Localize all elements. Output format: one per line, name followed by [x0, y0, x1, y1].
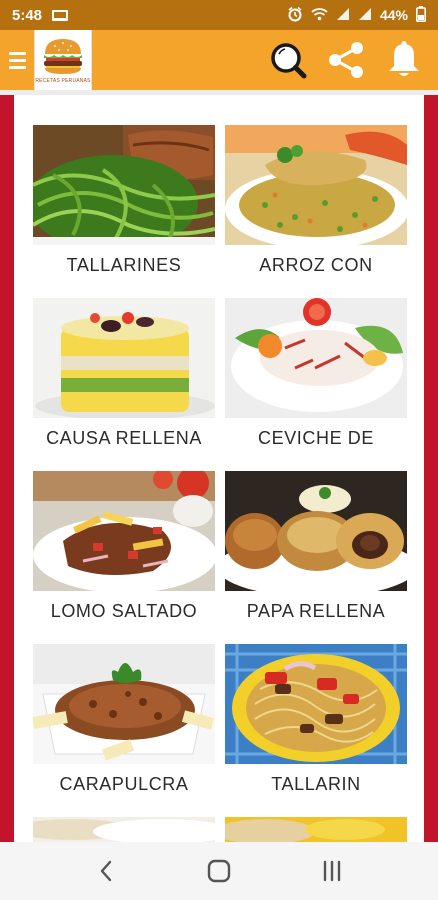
- recipe-title: TALLARINES: [66, 255, 182, 275]
- laptop-icon: [52, 9, 69, 21]
- logo-caption: RECETAS PERUANAS: [35, 78, 91, 84]
- recipe-card[interactable]: LOMO SALTADO: [33, 471, 215, 641]
- content-frame: TALLARINES ARROZ CON CAUSA RELLENA CEVIC…: [0, 90, 438, 842]
- battery-level: 44%: [379, 7, 408, 23]
- share-icon: [329, 42, 363, 78]
- recipe-card[interactable]: CARAPULCRA: [33, 644, 215, 814]
- recipe-image: [225, 471, 407, 591]
- recipe-image: [225, 644, 407, 764]
- recipe-card[interactable]: ARROZ CON: [225, 125, 407, 295]
- recipe-card[interactable]: CEVICHE DE: [225, 298, 407, 468]
- wifi-icon: [311, 7, 328, 24]
- recipe-image: [33, 471, 215, 591]
- app-logo[interactable]: RECETAS PERUANAS: [34, 30, 92, 90]
- nav-home-button[interactable]: [189, 851, 249, 891]
- recipe-title: TALLARIN: [271, 774, 361, 794]
- recipe-image: [225, 125, 407, 245]
- recipe-image: [33, 298, 215, 418]
- recipe-image: [33, 125, 215, 245]
- recipe-card-partial[interactable]: [225, 817, 407, 842]
- search-button[interactable]: [268, 40, 308, 80]
- nav-back-button[interactable]: [76, 851, 136, 891]
- recipe-card[interactable]: PAPA RELLENA: [225, 471, 407, 641]
- app-bar: RECETAS PERUANAS: [0, 30, 438, 90]
- recipe-image: [33, 644, 215, 764]
- recipe-card[interactable]: CAUSA RELLENA: [33, 298, 215, 468]
- recipe-card[interactable]: TALLARINES: [33, 125, 215, 295]
- system-nav-bar: [0, 842, 438, 900]
- recipe-title: ARROZ CON: [259, 255, 373, 275]
- menu-icon[interactable]: [0, 30, 34, 90]
- recipe-card-partial[interactable]: [33, 817, 215, 842]
- nav-recents-button[interactable]: [302, 851, 362, 891]
- recipe-image: [225, 298, 407, 418]
- signal-icon: [358, 7, 372, 24]
- burger-logo-icon: [44, 39, 82, 74]
- recipe-title: CAUSA RELLENA: [46, 428, 202, 448]
- bell-icon: [389, 41, 419, 76]
- recipe-image: [33, 817, 215, 842]
- recipe-title: LOMO SALTADO: [50, 601, 198, 621]
- recipe-card[interactable]: TALLARIN: [225, 644, 407, 814]
- recipe-title: CEVICHE DE: [257, 428, 375, 448]
- recipe-title: PAPA RELLENA: [246, 601, 386, 621]
- status-time: 5:48: [12, 6, 43, 24]
- status-bar: 5:48 44%: [0, 0, 438, 30]
- notifications-button[interactable]: [384, 40, 424, 80]
- battery-icon: [416, 5, 426, 25]
- share-button[interactable]: [326, 40, 366, 80]
- recents-icon: [323, 860, 340, 882]
- search-icon: [271, 43, 307, 79]
- signal-icon: [336, 7, 350, 24]
- alarm-icon: [287, 6, 303, 25]
- home-icon: [207, 859, 231, 883]
- back-icon: [101, 860, 112, 882]
- recipe-image: [225, 817, 407, 842]
- recipe-grid-panel[interactable]: TALLARINES ARROZ CON CAUSA RELLENA CEVIC…: [14, 95, 424, 842]
- recipe-title: CARAPULCRA: [59, 774, 189, 794]
